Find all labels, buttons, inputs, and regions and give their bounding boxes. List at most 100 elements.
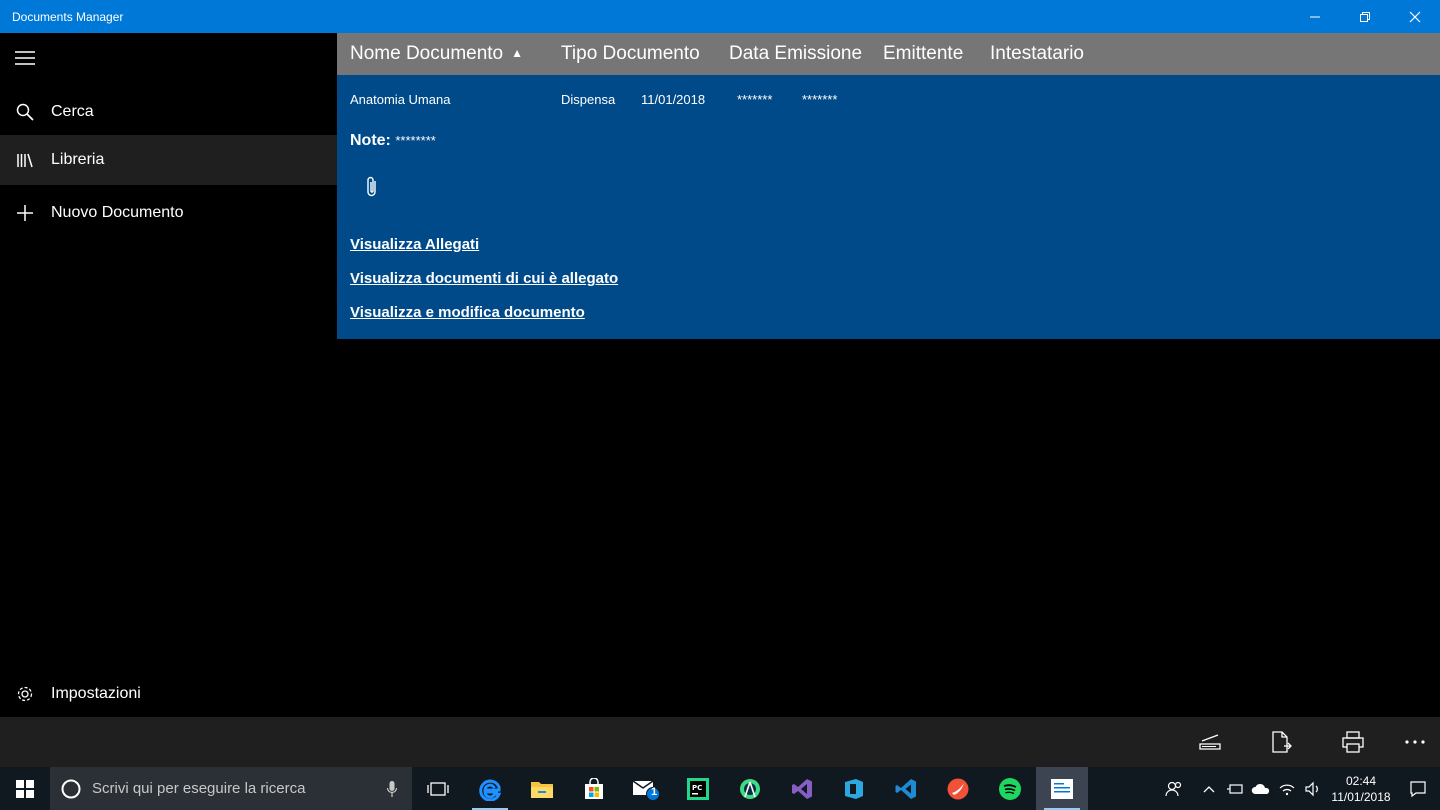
- note-value: ********: [395, 133, 436, 148]
- printer-icon: [1342, 731, 1364, 753]
- taskbar-app-spotify[interactable]: [984, 767, 1036, 810]
- data-studio-icon: [845, 778, 863, 799]
- attachment-button[interactable]: [365, 175, 379, 204]
- minimize-icon: [1310, 16, 1320, 17]
- taskbar-app-swift[interactable]: [932, 767, 984, 810]
- clock[interactable]: 02:44 11/01/2018: [1326, 773, 1396, 805]
- taskbar-app-azure-data-studio[interactable]: [828, 767, 880, 810]
- taskbar-app-vscode[interactable]: [880, 767, 932, 810]
- navigation-pane: Cerca Libreria Nuovo Documento Impostazi…: [0, 33, 337, 717]
- cell-data: 11/01/2018: [641, 92, 706, 107]
- mail-badge: 1: [651, 786, 658, 798]
- export-document-button[interactable]: [1256, 717, 1306, 767]
- nav-item-label: Libreria: [51, 151, 105, 168]
- link-visualizza-modifica-documento[interactable]: Visualizza e modifica documento: [350, 304, 585, 321]
- microphone-icon[interactable]: [372, 780, 412, 798]
- taskbar-app-edge[interactable]: [464, 767, 516, 810]
- cell-intestatario: *******: [802, 92, 838, 107]
- gear-icon: [0, 669, 50, 719]
- nav-item-impostazioni[interactable]: Impostazioni: [0, 669, 337, 719]
- people-icon[interactable]: [1152, 780, 1196, 798]
- clock-time: 02:44: [1345, 773, 1377, 788]
- taskbar-app-pycharm[interactable]: PC: [672, 767, 724, 810]
- nav-item-libreria[interactable]: Libreria: [0, 135, 337, 185]
- note-label: Note:: [350, 132, 391, 149]
- swift-icon: [947, 778, 969, 799]
- nav-item-cerca[interactable]: Cerca: [0, 87, 337, 137]
- hamburger-menu-button[interactable]: [0, 33, 50, 83]
- taskbar-search-box[interactable]: Scrivi qui per eseguire la ricerca: [50, 767, 412, 810]
- more-options-button[interactable]: [1390, 717, 1440, 767]
- column-header-data[interactable]: Data Emissione: [716, 43, 870, 65]
- task-view-button[interactable]: [412, 767, 464, 810]
- taskbar: Scrivi qui per eseguire la ricerca 1 PC: [0, 767, 1440, 810]
- documents-manager-icon: [1051, 778, 1073, 799]
- task-view-icon: [427, 781, 449, 796]
- taskbar-app-visual-studio[interactable]: [776, 767, 828, 810]
- add-icon: [0, 188, 50, 238]
- close-icon: [1409, 11, 1421, 22]
- column-header-intestatario[interactable]: Intestatario: [977, 43, 1084, 65]
- window-title: Documents Manager: [12, 9, 124, 24]
- command-bar: [0, 717, 1440, 767]
- more-icon: [1405, 740, 1425, 744]
- document-detail-panel[interactable]: Anatomia Umana Dispensa 11/01/2018 *****…: [337, 75, 1440, 339]
- close-button[interactable]: [1390, 0, 1440, 33]
- hamburger-icon: [15, 51, 35, 65]
- table-header: Nome Documento ▲ Tipo Documento Data Emis…: [337, 33, 1440, 75]
- scan-button[interactable]: [1185, 717, 1235, 767]
- nav-item-nuovo-documento[interactable]: Nuovo Documento: [0, 188, 337, 238]
- taskbar-app-file-explorer[interactable]: [516, 767, 568, 810]
- cortana-icon: [50, 778, 92, 800]
- system-tray: 02:44 11/01/2018: [1152, 767, 1440, 810]
- volume-icon[interactable]: [1300, 781, 1326, 797]
- main-content: Nome Documento ▲ Tipo Documento Data Emis…: [337, 33, 1440, 717]
- cell-tipo: Dispensa: [561, 92, 616, 107]
- paperclip-icon: [367, 176, 376, 197]
- start-button[interactable]: [0, 767, 50, 810]
- visual-studio-icon: [792, 778, 812, 799]
- restore-button[interactable]: [1340, 0, 1390, 33]
- taskbar-app-store[interactable]: [568, 767, 620, 810]
- action-center-button[interactable]: [1396, 780, 1440, 798]
- pycharm-icon: PC: [687, 777, 709, 800]
- scanner-icon: [1199, 734, 1221, 750]
- link-visualizza-allegati[interactable]: Visualizza Allegati: [350, 236, 479, 253]
- link-visualizza-documenti-allegato[interactable]: Visualizza documenti di cui è allegato: [350, 270, 618, 287]
- minimize-button[interactable]: [1290, 0, 1340, 33]
- onedrive-icon[interactable]: [1248, 783, 1274, 795]
- column-header-nome[interactable]: Nome Documento ▲: [337, 43, 548, 65]
- document-export-icon: [1272, 731, 1292, 753]
- search-icon: [0, 87, 50, 137]
- note-line: Note: ********: [350, 132, 436, 150]
- spotify-icon: [999, 777, 1021, 800]
- nav-item-label: Cerca: [51, 103, 94, 120]
- title-bar: Documents Manager: [0, 0, 1440, 33]
- cell-emittente: *******: [737, 92, 773, 107]
- notification-icon: [1410, 780, 1426, 797]
- cell-nome: Anatomia Umana: [350, 92, 451, 107]
- svg-text:PC: PC: [692, 784, 702, 792]
- nav-item-label: Nuovo Documento: [51, 204, 184, 221]
- edge-icon: [479, 779, 502, 801]
- clock-date: 11/01/2018: [1331, 789, 1391, 804]
- wifi-icon[interactable]: [1274, 782, 1300, 796]
- battery-plug-icon[interactable]: [1222, 782, 1248, 796]
- print-button[interactable]: [1328, 717, 1378, 767]
- taskbar-app-android-studio[interactable]: [724, 767, 776, 810]
- sort-ascending-icon: ▲: [511, 46, 524, 60]
- taskbar-app-documents-manager[interactable]: [1036, 767, 1088, 810]
- android-studio-icon: [740, 778, 760, 799]
- chevron-up-icon[interactable]: [1196, 785, 1222, 793]
- store-icon: [585, 777, 603, 799]
- windows-logo-icon: [16, 779, 34, 798]
- settings-label: Impostazioni: [51, 685, 141, 702]
- column-header-tipo[interactable]: Tipo Documento: [548, 43, 716, 65]
- vscode-icon: [895, 778, 916, 799]
- taskbar-app-mail[interactable]: 1: [620, 767, 672, 810]
- restore-icon: [1360, 11, 1370, 22]
- library-icon: [0, 135, 50, 185]
- column-header-emittente[interactable]: Emittente: [870, 43, 977, 65]
- table-row[interactable]: Anatomia Umana Dispensa 11/01/2018 *****…: [350, 92, 837, 107]
- search-placeholder: Scrivi qui per eseguire la ricerca: [92, 780, 306, 797]
